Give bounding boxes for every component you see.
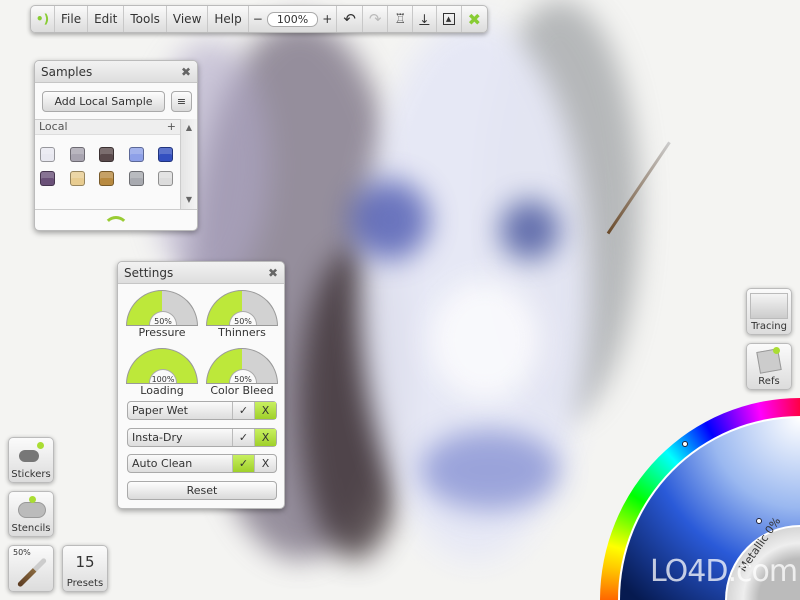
toggle-label: Insta-Dry	[132, 430, 183, 444]
check-button[interactable]: ✓	[232, 402, 254, 419]
color-swatch[interactable]	[99, 147, 114, 162]
refs-button[interactable]: Refs	[746, 343, 792, 390]
frame-icon[interactable]: ▲	[437, 6, 462, 32]
add-local-sample-button[interactable]: Add Local Sample	[42, 91, 165, 112]
scrollbar[interactable]: ▲ ▼	[180, 119, 197, 209]
logo-icon[interactable]: •)	[31, 6, 55, 32]
gauge-thinners[interactable]: 50% Thinners	[206, 290, 278, 339]
menu-edit[interactable]: Edit	[88, 6, 125, 32]
x-button[interactable]: X	[254, 455, 276, 472]
color-swatch[interactable]	[128, 171, 144, 186]
brush-tool-button[interactable]: 50%	[8, 545, 54, 592]
x-button[interactable]: X	[254, 428, 276, 446]
stickers-button[interactable]: Stickers	[8, 437, 54, 483]
check-button[interactable]: ✓	[232, 428, 254, 446]
hue-handle[interactable]	[682, 441, 688, 447]
toggle-auto clean: Auto Clean ✓ X	[127, 454, 277, 473]
color-swatch[interactable]	[128, 147, 144, 162]
scroll-up-button[interactable]: ▲	[181, 119, 197, 137]
color-swatch[interactable]	[158, 171, 173, 186]
local-section-label: Local	[39, 120, 68, 133]
menu-view[interactable]: View	[167, 6, 209, 32]
gauge-pressure[interactable]: 50% Pressure	[126, 290, 198, 339]
zoom-field[interactable]: 100%	[266, 11, 319, 27]
color-swatch[interactable]	[69, 147, 85, 162]
canvas-easel-icon[interactable]: ♖	[388, 6, 414, 32]
gauge-loading[interactable]: 100% Loading	[126, 348, 198, 397]
samples-title: Samples	[41, 64, 93, 79]
x-button[interactable]: X	[254, 402, 276, 419]
panel-grip-icon[interactable]	[35, 209, 197, 230]
brush-size-label: 50%	[13, 548, 31, 557]
tracing-icon	[750, 293, 788, 319]
presets-button[interactable]: 15 Presets	[62, 545, 108, 592]
drop-down-icon[interactable]: ↓	[413, 6, 437, 32]
zoom-in-button[interactable]: +	[322, 12, 332, 26]
list-menu-icon[interactable]: ≡	[171, 91, 192, 112]
undo-icon[interactable]: ↶	[337, 6, 363, 32]
main-toolbar: •) File Edit Tools View Help − 100% + ↶ …	[30, 5, 488, 33]
color-swatch[interactable]	[158, 147, 173, 162]
check-button[interactable]: ✓	[232, 455, 254, 472]
menu-tools[interactable]: Tools	[124, 6, 167, 32]
scroll-down-button[interactable]: ▼	[181, 191, 197, 209]
foot-sticker-icon	[19, 450, 39, 462]
toggle-label: Auto Clean	[132, 457, 193, 470]
tracing-button[interactable]: Tracing	[746, 288, 792, 335]
settings-title: Settings	[124, 265, 174, 280]
gauge-color-bleed[interactable]: 50% Color Bleed	[206, 348, 278, 397]
color-swatch[interactable]	[40, 147, 55, 162]
redo-icon[interactable]: ↷	[363, 6, 389, 32]
toggle-insta-dry: Insta-Dry ✓ X	[127, 427, 277, 447]
add-sample-icon[interactable]: +	[167, 120, 176, 134]
stencil-icon	[18, 502, 46, 518]
paintbrush-icon	[16, 557, 48, 588]
menu-file[interactable]: File	[55, 6, 89, 32]
toggle-label: Paper Wet	[132, 404, 188, 417]
zoom-out-button[interactable]: −	[253, 12, 263, 26]
samples-panel: Samples ✖ Add Local Sample ≡ Local + ▲ ▼	[34, 60, 198, 231]
color-swatch[interactable]	[40, 171, 55, 186]
close-icon[interactable]: ✖	[268, 266, 278, 280]
close-icon[interactable]: ✖	[181, 65, 191, 79]
reset-button[interactable]: Reset	[127, 481, 277, 500]
color-swatch[interactable]	[69, 171, 85, 186]
swatch-grid	[35, 135, 180, 209]
color-swatch[interactable]	[99, 171, 114, 186]
menu-help[interactable]: Help	[208, 6, 249, 32]
watermark: LO4D.com	[650, 554, 798, 589]
settings-panel: Settings ✖ 50% Pressure 50% Thinners 100% Load…	[117, 261, 285, 509]
zoom-control: − 100% +	[249, 6, 338, 32]
stencils-button[interactable]: Stencils	[8, 491, 54, 537]
toggle-paper wet: Paper Wet ✓ X	[127, 401, 277, 420]
metallic-handle[interactable]	[756, 518, 762, 524]
presets-count: 15	[75, 553, 95, 571]
close-x-icon[interactable]: ✖	[462, 6, 487, 32]
